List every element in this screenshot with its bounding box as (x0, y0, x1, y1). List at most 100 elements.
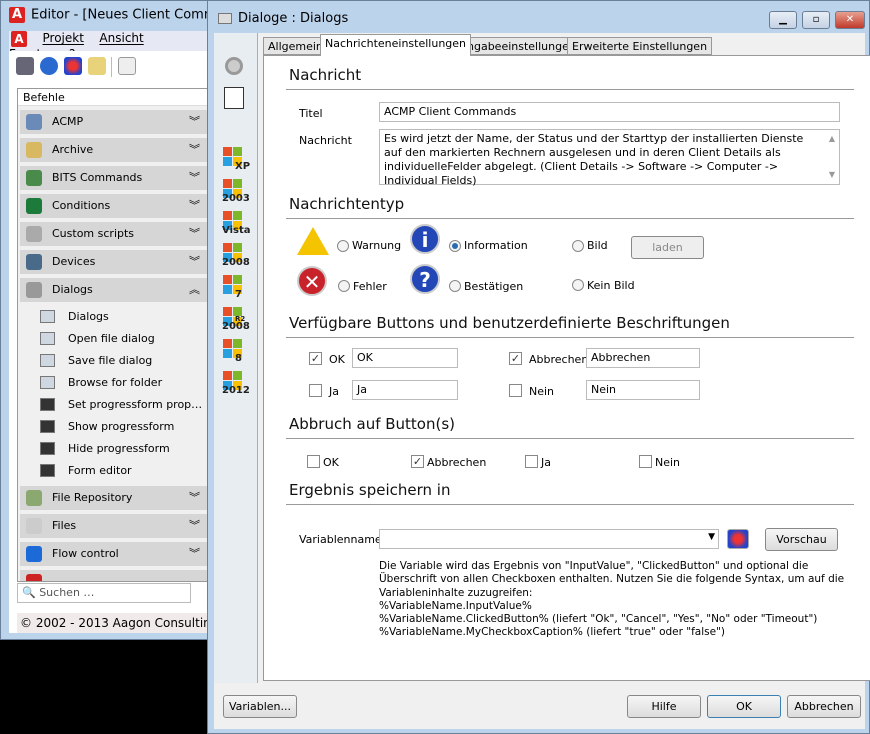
category-flow-control[interactable]: Flow control ︾ (20, 542, 208, 566)
tab-erweiterte-einstellungen[interactable]: Erweiterte Einstellungen (567, 37, 713, 55)
nachricht-textarea[interactable]: Es wird jetzt der Name, der Status und d… (379, 129, 840, 187)
abbrechen-caption-input[interactable]: Abbrechen (586, 348, 700, 368)
windows-2003-icon[interactable]: 2003 (222, 179, 250, 204)
windows-xp-icon[interactable]: XP (223, 147, 250, 172)
ok-caption-input[interactable]: OK (352, 348, 458, 368)
category-dialogs[interactable]: Dialogs ︽ (20, 278, 208, 302)
abbruch-abbrechen-label: Abbrechen (427, 456, 487, 469)
checkbox-ja[interactable] (309, 384, 322, 397)
command-icon (40, 310, 55, 323)
checklist-icon[interactable] (118, 57, 136, 75)
windows-7-icon[interactable]: 7 (223, 275, 243, 300)
radio-kein-bild[interactable] (572, 279, 584, 291)
radio-fehler[interactable] (338, 280, 350, 292)
help-line: Variableninhalte zuzugreifen: (379, 586, 533, 599)
radio-information[interactable] (449, 240, 461, 252)
editor-window: A Editor - [Neues Client Command A Projek… (0, 0, 241, 640)
scroll-up-icon[interactable]: ▲ (829, 132, 835, 146)
command-set-progressform-prop[interactable]: Set progressform prop… (18, 394, 210, 416)
windows-2008-icon[interactable]: 2008 R2 (222, 307, 250, 332)
command-icon (40, 398, 55, 411)
command-dialogs[interactable]: Dialogs (18, 306, 210, 328)
search-input[interactable]: 🔍 Suchen … (17, 583, 191, 603)
tab-nachrichteneinstellungen[interactable]: Nachrichteneinstellungen (320, 34, 472, 56)
titel-label: Titel (299, 107, 323, 120)
scroll-down-icon[interactable]: ▼ (829, 168, 835, 182)
chevron-down-icon[interactable]: ︾ (189, 486, 200, 510)
hilfe-button[interactable]: Hilfe (627, 695, 701, 718)
radio-bestaetigen[interactable] (449, 280, 461, 292)
chevron-down-icon[interactable]: ︾ (189, 514, 200, 538)
bestaetigen-label: Bestätigen (464, 280, 524, 293)
components-icon[interactable] (64, 57, 82, 75)
radio-bild[interactable] (572, 240, 584, 252)
commands-list: Befehle ACMP ︾ Archive ︾ BITS Commands ︾ Condi… (17, 88, 211, 582)
minimize-button[interactable]: ▁ (769, 11, 797, 29)
menu-ansicht[interactable]: Ansicht (99, 31, 143, 45)
chevron-up-icon[interactable]: ︽ (189, 278, 200, 302)
document-icon[interactable] (224, 87, 244, 109)
variablen-button[interactable]: Variablen... (223, 695, 297, 718)
abbruch-checkbox-ok[interactable] (307, 455, 320, 468)
record-icon[interactable] (225, 57, 243, 75)
tab-allgemein[interactable]: Allgemein (263, 37, 328, 55)
command-open-file-dialog[interactable]: Open file dialog (18, 328, 210, 350)
category-file-repository[interactable]: File Repository ︾ (20, 486, 208, 510)
category-icon (26, 518, 42, 534)
command-hide-progressform[interactable]: Hide progressform (18, 438, 210, 460)
checkbox-nein[interactable] (509, 384, 522, 397)
category-archive[interactable]: Archive ︾ (20, 138, 208, 162)
category-icon (26, 142, 42, 158)
vorschau-button[interactable]: Vorschau (765, 528, 838, 551)
category-bits-commands[interactable]: BITS Commands ︾ (20, 166, 208, 190)
variablenname-combobox[interactable]: ▼ (379, 529, 719, 549)
chevron-down-icon[interactable]: ︾ (189, 110, 200, 134)
category-partial[interactable] (20, 570, 208, 581)
windows-2012-icon[interactable]: 2012 (222, 371, 250, 396)
chevron-down-icon[interactable]: ︾ (189, 542, 200, 566)
chevron-down-icon[interactable]: ︾ (189, 250, 200, 274)
help-line: Die Variable wird das Ergebnis von "Inpu… (379, 560, 809, 572)
chevron-down-icon[interactable]: ︾ (189, 166, 200, 190)
radio-warnung[interactable] (337, 240, 349, 252)
os-label: 2012 (222, 385, 250, 396)
ok-button[interactable]: OK (707, 695, 781, 718)
divider (286, 89, 854, 90)
titel-input[interactable]: ACMP Client Commands (379, 102, 840, 122)
tab-eingabeeinstellungen[interactable]: Eingabeeinstellungen (452, 37, 581, 55)
variables-picker-icon[interactable] (727, 529, 749, 549)
close-button[interactable]: ✕ (835, 11, 865, 29)
publish-icon[interactable] (40, 57, 58, 75)
chevron-down-icon[interactable]: ︾ (189, 138, 200, 162)
chevron-down-icon[interactable]: ︾ (189, 194, 200, 218)
abbruch-checkbox-abbrechen[interactable]: ✓ (411, 455, 424, 468)
maximize-button[interactable]: ▫ (802, 11, 830, 29)
folder-icon[interactable] (88, 57, 106, 75)
category-icon (26, 226, 42, 242)
command-save-file-dialog[interactable]: Save file dialog (18, 350, 210, 372)
command-browse-for-folder[interactable]: Browse for folder (18, 372, 210, 394)
windows-vista-icon[interactable]: Vista (222, 211, 250, 236)
checkbox-ok[interactable]: ✓ (309, 352, 322, 365)
chevron-down-icon[interactable]: ▼ (708, 532, 715, 542)
os-label: 8 (235, 353, 242, 364)
category-devices[interactable]: Devices ︾ (20, 250, 208, 274)
abbruch-checkbox-ja[interactable] (525, 455, 538, 468)
category-custom-scripts[interactable]: Custom scripts ︾ (20, 222, 208, 246)
command-form-editor[interactable]: Form editor (18, 460, 210, 482)
windows-8-icon[interactable]: 8 (223, 339, 243, 364)
windows-2008-icon[interactable]: 2008 (222, 243, 250, 268)
laden-button[interactable]: laden (631, 236, 704, 259)
abbrechen-button[interactable]: Abbrechen (787, 695, 861, 718)
menu-projekt[interactable]: Projekt (43, 31, 84, 45)
abbruch-checkbox-nein[interactable] (639, 455, 652, 468)
command-show-progressform[interactable]: Show progressform (18, 416, 210, 438)
ja-caption-input[interactable]: Ja (352, 380, 458, 400)
checkbox-abbrechen[interactable]: ✓ (509, 352, 522, 365)
category-conditions[interactable]: Conditions ︾ (20, 194, 208, 218)
chevron-down-icon[interactable]: ︾ (189, 222, 200, 246)
nein-caption-input[interactable]: Nein (586, 380, 700, 400)
category-acmp[interactable]: ACMP ︾ (20, 110, 208, 134)
category-files[interactable]: Files ︾ (20, 514, 208, 538)
save-icon[interactable] (16, 57, 34, 75)
